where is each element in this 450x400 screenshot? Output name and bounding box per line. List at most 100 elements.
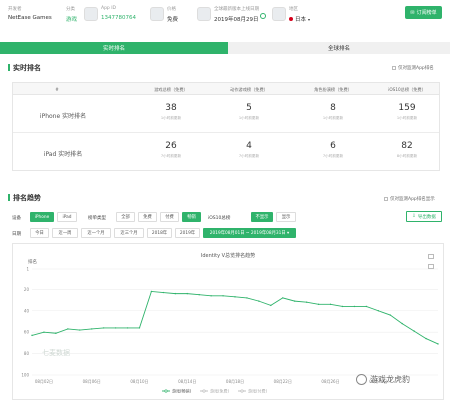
date-today-button[interactable]: 今日: [30, 228, 49, 238]
developer-label: 开发者: [8, 7, 22, 12]
date-range-picker[interactable]: 2019年08月01日 ~ 2019年08月31日 ▾: [203, 228, 296, 238]
x-tick-labels: 08月02日 08月06日 08月10日 08月14日 08月18日 08月22日 08月2…: [35, 379, 388, 384]
data-point: [294, 300, 296, 302]
checkbox-box: [384, 197, 388, 201]
appid-link[interactable]: 1347780764: [101, 15, 136, 21]
col-header: 角色扮演榜（免费）: [314, 87, 352, 92]
date-2018-button[interactable]: 2018年: [147, 228, 172, 238]
type-paid-button[interactable]: 付费: [160, 212, 179, 222]
region-select[interactable]: 日本 ▾: [289, 15, 310, 23]
x-tick-label: 08月14日: [178, 379, 196, 384]
data-point: [222, 295, 224, 297]
date-2019-button[interactable]: 2019年: [175, 228, 200, 238]
footer-logo: 游戏龙虎豹: [356, 374, 410, 385]
y-tick-label: 1: [26, 267, 29, 272]
tab-global[interactable]: 全球排名: [228, 42, 450, 54]
region-value: 日本: [295, 17, 307, 23]
watermark: 七麦数据: [42, 348, 70, 357]
x-tick-label: 08月02日: [35, 379, 53, 384]
data-point: [162, 291, 165, 294]
col-header: iOS10总榜（免费）: [388, 87, 426, 92]
calendar-icon: [197, 7, 211, 21]
date-week-button[interactable]: 近一周: [52, 228, 78, 238]
rank-updated: 1小时前更新: [160, 116, 182, 120]
y-tick-label: 40: [24, 308, 30, 313]
data-point: [353, 305, 356, 308]
legend-marker: [240, 389, 244, 393]
wechat-icon: [356, 374, 367, 385]
globe-icon: [272, 7, 286, 21]
device-iphone-button[interactable]: iPhone: [30, 212, 54, 222]
col-header: 游戏总榜（免费）: [154, 87, 188, 92]
subscribe-button[interactable]: ✉ 订阅榜单: [405, 6, 442, 19]
rank-updated: 1小时前更新: [396, 116, 418, 120]
date-month-button[interactable]: 近一个月: [81, 228, 111, 238]
type-grossing-button[interactable]: 畅销: [182, 212, 201, 222]
data-point: [305, 301, 308, 303]
device-ipad-button[interactable]: iPad: [57, 212, 77, 222]
realtime-filter-label: 仅对监测App排名: [398, 66, 434, 71]
price-icon: [150, 7, 164, 21]
rank-value: 26: [165, 141, 177, 151]
rank-value: 38: [165, 103, 177, 113]
export-button[interactable]: ⇩ 导出数据: [406, 211, 442, 222]
col-header: #: [55, 87, 59, 92]
realtime-filter-checkbox[interactable]: 仅对监测App排名: [392, 65, 434, 71]
data-point: [246, 297, 248, 299]
type-free-button[interactable]: 免费: [138, 212, 157, 222]
grid-lines: [32, 268, 438, 376]
chart-download-icon[interactable]: [428, 264, 434, 269]
type-label: 榜单类型: [88, 216, 106, 221]
data-point: [55, 332, 57, 334]
rank-updated: 7小时前更新: [238, 154, 260, 158]
japan-flag-icon: [289, 17, 293, 21]
realtime-title: 实时排名: [13, 64, 41, 72]
y-tick-label: 80: [24, 351, 30, 356]
rank-updated: 1小时前更新: [238, 116, 260, 120]
x-tick-label: 08月26日: [321, 379, 339, 384]
refresh-icon[interactable]: [260, 13, 266, 19]
section-accent: [8, 194, 10, 201]
rank-value: 82: [401, 141, 413, 151]
data-point: [186, 292, 188, 295]
date-label: 日期: [12, 232, 21, 237]
category-link[interactable]: 游戏: [66, 15, 77, 23]
rank-value: 8: [330, 103, 336, 113]
x-tick-label: 08月22日: [274, 379, 292, 384]
ios-show-button[interactable]: 显示: [276, 212, 296, 222]
price-value: 免费: [167, 17, 179, 23]
legend-label: 游戏(畅销): [172, 388, 192, 394]
row-label: iPhone 实时排名: [39, 113, 87, 120]
data-point: [43, 331, 45, 333]
data-point: [425, 337, 427, 340]
rank-updated: 8小时前更新: [396, 154, 418, 158]
device-label: 设备: [12, 216, 21, 221]
checkbox-box: [392, 66, 396, 70]
data-point: [329, 303, 332, 306]
rank-value: 5: [246, 103, 252, 113]
section-accent: [8, 64, 10, 71]
developer-name: NetEase Games: [8, 15, 52, 21]
chart-title: Identity V总览排名趋势: [201, 252, 255, 259]
update-label: 全球最新版本上线日期: [214, 7, 259, 12]
data-point: [67, 328, 69, 330]
data-point: [341, 305, 344, 308]
date-3months-button[interactable]: 近三个月: [114, 228, 144, 238]
export-label: 导出数据: [417, 214, 436, 220]
tab-realtime[interactable]: 实时排名: [0, 42, 228, 54]
category-label: 分类: [66, 7, 75, 12]
data-point: [198, 293, 200, 296]
rank-value: 6: [330, 141, 336, 151]
chart-legend: 游戏(畅销) 游戏(免费) 游戏(付费): [162, 388, 268, 394]
data-point: [114, 327, 117, 329]
ios-hide-button[interactable]: 不显示: [251, 212, 273, 222]
data-point: [282, 297, 284, 299]
data-point: [437, 343, 439, 345]
chart-menu-icon[interactable]: [428, 254, 434, 259]
update-value: 2019年08月29日: [214, 17, 259, 23]
type-all-button[interactable]: 全部: [116, 212, 135, 222]
trend-filter-checkbox[interactable]: 仅对监测App排名显示: [384, 196, 435, 202]
ios-label: iOS10总榜: [208, 216, 231, 221]
data-point: [365, 305, 368, 308]
rank-value: 159: [398, 103, 416, 113]
